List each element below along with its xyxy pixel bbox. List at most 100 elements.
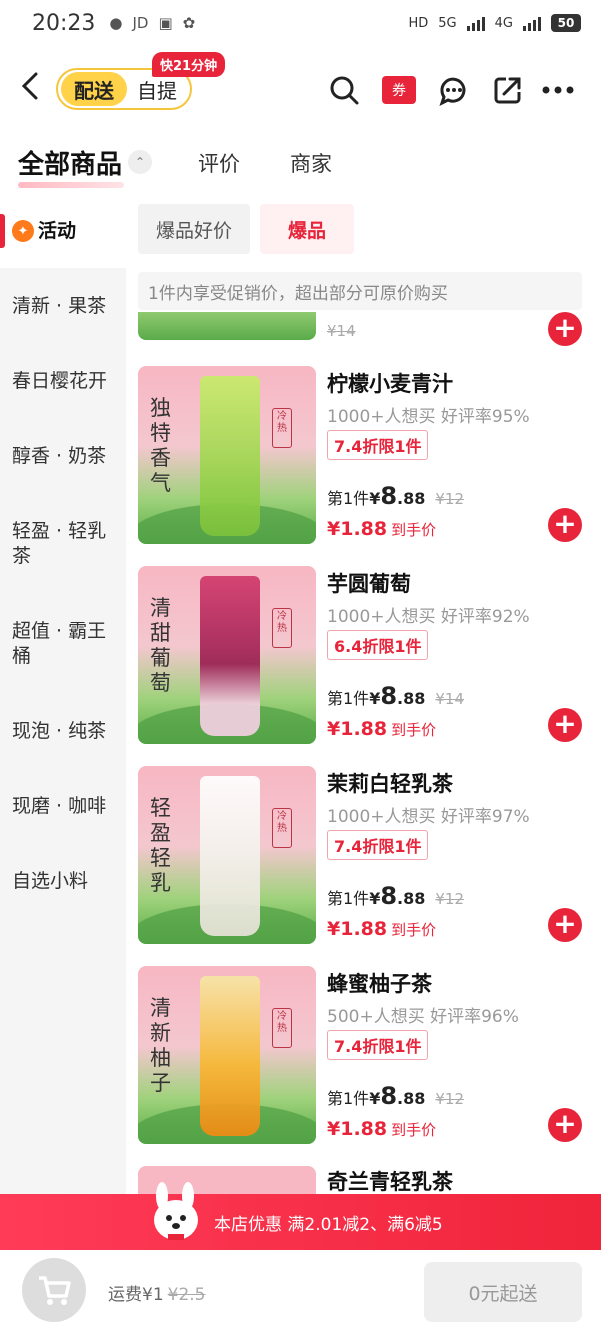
- 4g-label: 4G: [494, 15, 513, 31]
- cart-icon: [39, 1276, 71, 1305]
- currency: ¥: [369, 1089, 381, 1108]
- product-image: 清甜葡萄 冷热: [138, 566, 316, 744]
- price-prefix: 第1件: [327, 489, 370, 508]
- coupon-label: 券: [392, 83, 406, 99]
- product-card[interactable]: 清甜葡萄 冷热 芋圆葡萄 1000+人想买 好评率92% 6.4折限1件 第1件…: [138, 566, 590, 746]
- image-seal: 冷热: [272, 608, 292, 648]
- drink-cup: [200, 776, 260, 936]
- tab-all-products[interactable]: 全部商品: [18, 144, 122, 181]
- price-int: 8: [380, 482, 398, 510]
- sidebar-item-label: 活动: [38, 219, 77, 242]
- sidebar-item-light-milk-tea[interactable]: 轻盈 · 轻乳茶: [0, 519, 110, 569]
- product-card[interactable]: 轻盈轻乳 冷热 茉莉白轻乳茶 1000+人想买 好评率97% 7.4折限1件 第…: [138, 766, 590, 946]
- add-to-cart-button[interactable]: +: [548, 708, 582, 742]
- checkout-button[interactable]: 0元起送: [424, 1262, 582, 1322]
- product-stats: 500+人想买 好评率96%: [327, 1007, 519, 1027]
- product-name: 芋圆葡萄: [327, 572, 411, 596]
- delivery-option[interactable]: 配送: [61, 72, 127, 106]
- sidebar-item-fruit-tea[interactable]: 清新 · 果茶: [0, 294, 126, 319]
- subtab-hot-items[interactable]: 爆品: [260, 204, 354, 254]
- paw-icon: ✿: [182, 14, 196, 32]
- product-card[interactable]: 独特香气 冷热 柠檬小麦青汁 1000+人想买 好评率95% 7.4折限1件 第…: [138, 366, 590, 546]
- final-price: ¥1.88: [327, 918, 388, 940]
- sidebar-item-sakura[interactable]: 春日樱花开: [0, 369, 126, 394]
- image-caption: 清新柚子: [150, 996, 171, 1095]
- status-time: 20:23: [32, 10, 96, 36]
- sidebar-item-activity[interactable]: ✦ 活动: [0, 194, 126, 268]
- pickup-option[interactable]: 自提: [127, 75, 187, 104]
- product-name: 奇兰青轻乳茶: [327, 1170, 453, 1194]
- final-price: ¥1.88: [327, 1118, 388, 1140]
- price-row: 第1件 ¥ 8 .88 ¥12: [327, 882, 464, 910]
- sidebar-item-toppings[interactable]: 自选小料: [0, 869, 126, 894]
- bottom-bar: 运费¥1 ¥2.5 0元起送: [0, 1250, 601, 1334]
- sidebar-item-bucket[interactable]: 超值 · 霸王桶: [0, 619, 110, 669]
- signal-icon: [466, 15, 485, 31]
- price-dec: .88: [397, 1089, 426, 1108]
- customer-service-icon[interactable]: [435, 72, 471, 108]
- add-to-cart-button[interactable]: +: [548, 1108, 582, 1142]
- drink-cup: [200, 976, 260, 1136]
- share-icon[interactable]: [490, 72, 526, 108]
- add-to-cart-button[interactable]: +: [548, 312, 582, 346]
- final-price-label: 到手价: [391, 921, 437, 939]
- 5g-label: 5G: [438, 15, 457, 31]
- hd-label: HD: [408, 15, 429, 31]
- price-int: 8: [380, 1082, 398, 1110]
- more-icon[interactable]: [540, 72, 576, 108]
- subtab-hot-deals[interactable]: 爆品好价: [138, 204, 250, 254]
- add-to-cart-button[interactable]: +: [548, 508, 582, 542]
- drink-cup: [200, 376, 260, 536]
- product-name: 蜂蜜柚子茶: [327, 972, 432, 996]
- product-name: 茉莉白轻乳茶: [327, 772, 453, 796]
- currency: ¥: [369, 689, 381, 708]
- discount-badge: 7.4折限1件: [327, 1030, 429, 1060]
- product-image: 轻盈轻乳 冷热: [138, 766, 316, 944]
- add-to-cart-button[interactable]: +: [548, 908, 582, 942]
- active-indicator: [0, 214, 5, 248]
- discount-badge: 7.4折限1件: [327, 430, 429, 460]
- price-int: 8: [380, 882, 398, 910]
- old-price: ¥14: [435, 690, 465, 708]
- price-int: 8: [380, 682, 398, 710]
- expand-icon[interactable]: ⌃: [128, 150, 152, 174]
- price-prefix: 第1件: [327, 689, 370, 708]
- product-card[interactable]: 清新柚子 冷热 蜂蜜柚子茶 500+人想买 好评率96% 7.4折限1件 第1件…: [138, 966, 590, 1146]
- coupon-button[interactable]: 券: [382, 76, 416, 104]
- final-price-row: ¥1.88 到手价: [327, 518, 436, 540]
- image-caption: 清甜葡萄: [150, 596, 171, 695]
- drink-cup: [200, 576, 260, 736]
- tab-merchant[interactable]: 商家: [290, 148, 332, 178]
- price-dec: .88: [397, 889, 426, 908]
- sidebar-item-coffee[interactable]: 现磨 · 咖啡: [0, 794, 126, 819]
- search-icon[interactable]: [326, 72, 362, 108]
- final-price: ¥1.88: [327, 518, 388, 540]
- discount-badge: 7.4折限1件: [327, 830, 429, 860]
- final-price-label: 到手价: [391, 721, 437, 739]
- price-row: 第1件 ¥ 8 .88 ¥12: [327, 482, 464, 510]
- final-price-row: ¥1.88 到手价: [327, 718, 436, 740]
- tab-reviews[interactable]: 评价: [198, 148, 240, 178]
- product-card-partial: ¥14 +: [138, 312, 590, 350]
- store-promo-bar[interactable]: 本店优惠 满2.01减2、满6减5: [0, 1194, 601, 1250]
- currency: ¥: [369, 489, 381, 508]
- product-image: 独特香气 冷热: [138, 366, 316, 544]
- fire-icon: ✦: [12, 220, 34, 242]
- sidebar-item-pure-tea[interactable]: 现泡 · 纯茶: [0, 719, 126, 744]
- fast-delivery-badge: 快21分钟: [152, 52, 226, 77]
- wechat-icon: ●: [109, 14, 123, 32]
- fee-old: ¥2.5: [167, 1285, 206, 1305]
- cart-button[interactable]: [22, 1258, 86, 1322]
- back-icon[interactable]: [18, 68, 48, 108]
- old-price: ¥14: [327, 322, 356, 340]
- promo-notice: 1件内享受促销价，超出部分可原价购买: [138, 272, 582, 310]
- delivery-fee: 运费¥1 ¥2.5: [108, 1280, 206, 1305]
- sidebar-item-milk-tea[interactable]: 醇香 · 奶茶: [0, 444, 126, 469]
- image-seal: 冷热: [272, 1008, 292, 1048]
- price-dec: .88: [397, 689, 426, 708]
- currency: ¥: [369, 889, 381, 908]
- final-price: ¥1.88: [327, 718, 388, 740]
- old-price: ¥12: [435, 490, 465, 508]
- price-row: 第1件 ¥ 8 .88 ¥14: [327, 682, 464, 710]
- product-name: 柠檬小麦青汁: [327, 372, 453, 396]
